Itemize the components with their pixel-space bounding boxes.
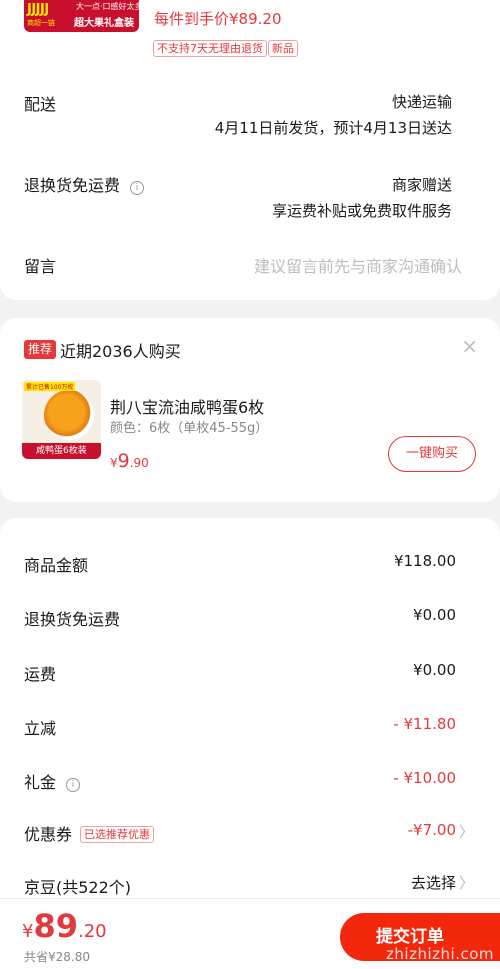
recommend-product-spec: 颜色：6枚（单枚45-55g） [110,421,269,436]
delivery-schedule: 4月11日前发货，预计4月13日送达 [214,119,452,137]
price-dec: .90 [129,456,149,470]
jingdou-label: 京豆(共522个) [24,878,132,897]
image-top-tag: 累计已售100万枚 [24,382,76,391]
coupon-row[interactable]: 优惠券 已选推荐优惠 [24,821,155,845]
thumb-line3: 商超一链 [27,19,55,27]
message-input[interactable]: 建议留言前先与商家沟通确认 [254,253,462,277]
shipping-fee-value: ¥0.00 [413,661,456,679]
return-free-label: 退换货免运费 [24,610,121,629]
coupon-label: 优惠券 [24,825,73,844]
order-info-card: JJJJJ 大一点·口感好太多 超大果礼盒装 商超一链 每件到手价¥89.20 … [0,0,500,300]
product-thumbnail[interactable]: JJJJJ 大一点·口感好太多 超大果礼盒装 商超一链 [24,0,139,32]
gift-money-label: 礼金 [24,773,57,792]
instant-discount-value: - ¥11.80 [393,715,456,733]
price-symbol: ¥ [110,456,118,470]
return-shipping-label: 退换货免运费 [24,176,121,195]
salted-egg-image[interactable]: 累计已售100万枚 咸鸭蛋6枚装 [22,380,101,459]
close-icon[interactable]: × [461,334,478,358]
return-free-value: ¥0.00 [413,606,456,624]
recommend-product-name[interactable]: 荆八宝流油咸鸭蛋6枚 [110,394,264,418]
chevron-right-icon[interactable]: 〉 [459,872,474,893]
recommend-badge: 推荐 [24,340,57,359]
total-symbol: ¥ [22,921,34,942]
gift-money-row: 礼金 i [24,769,81,793]
info-icon[interactable]: i [66,778,81,792]
coupon-recommended-tag: 已选推荐优惠 [80,826,155,843]
return-shipping-line2: 享运费补贴或免费取件服务 [271,202,452,220]
one-click-buy-button[interactable]: 一键购买 [388,436,476,472]
egg-yolk-graphic [44,390,94,440]
watermark: zhizhizhi.com [386,945,494,963]
return-shipping-row: 退换货免运费 i [24,172,145,196]
goods-amount-label: 商品金额 [24,556,89,575]
image-ribbon: 咸鸭蛋6枚装 [22,443,101,459]
delivery-label: 配送 [24,95,57,114]
info-icon[interactable]: i [130,181,145,195]
total-saved: 共省¥28.80 [24,950,90,964]
gift-money-value: - ¥10.00 [393,769,456,787]
no-return-tag: 不支持7天无理由退货 [153,40,267,57]
recommend-card: 推荐 近期2036人购买 × 累计已售100万枚 咸鸭蛋6枚装 荆八宝流油咸鸭蛋… [0,318,500,502]
delivery-method[interactable]: 快递运输 [392,91,452,112]
instant-discount-label: 立减 [24,719,57,738]
coupon-value[interactable]: -¥7.00 [408,821,456,839]
recommend-price: ¥9.90 [110,450,149,472]
price-int: 9 [117,450,130,472]
goods-amount-value: ¥118.00 [393,552,456,570]
jingdou-select[interactable]: 去选择 [411,872,456,893]
chevron-right-icon[interactable]: 〉 [459,821,474,842]
message-label: 留言 [24,257,57,276]
total-price: ¥89.20 [22,907,107,945]
total-dec: .20 [77,921,107,942]
thumb-line1: 大一点·口感好太多 [76,2,139,11]
thumb-line2: 超大果礼盒装 [74,18,134,29]
return-shipping-line1: 商家赠送 [391,176,452,194]
recommend-title: 近期2036人购买 [60,342,181,361]
new-product-tag: 新品 [268,40,298,57]
checkout-bar: ¥89.20 共省¥28.80 提交订单 zhizhizhi.com [0,898,500,969]
shipping-fee-label: 运费 [24,665,57,684]
price-each: 每件到手价¥89.20 [154,10,282,28]
total-int: 89 [33,907,78,945]
thumb-brand: JJJJJ [27,2,49,17]
